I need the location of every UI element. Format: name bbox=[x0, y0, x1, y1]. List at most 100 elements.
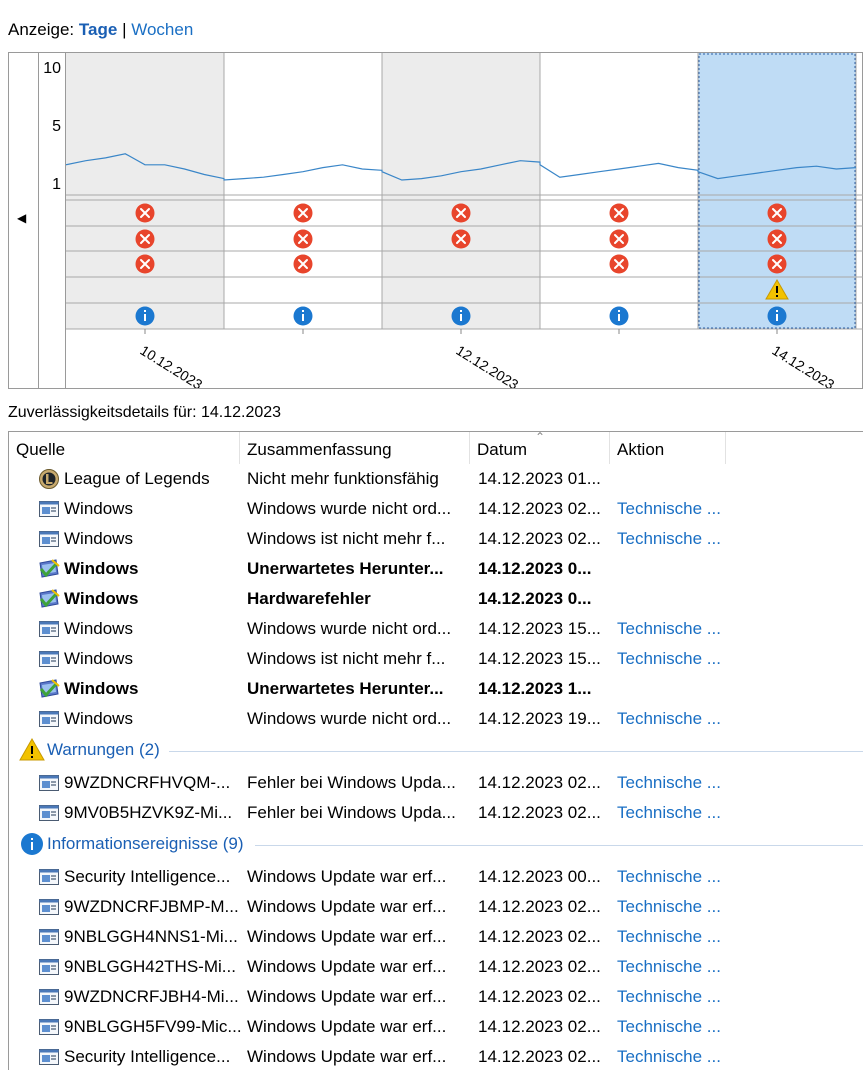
table-row[interactable]: Windows Windows ist nicht mehr f... 14.12.… bbox=[9, 524, 863, 554]
cell-source: Windows bbox=[64, 649, 133, 668]
error-icon[interactable] bbox=[767, 254, 787, 274]
y-tick: 10 bbox=[43, 60, 61, 77]
error-icon[interactable] bbox=[609, 229, 629, 249]
day-column-bg[interactable] bbox=[382, 53, 540, 329]
info-icon[interactable] bbox=[293, 306, 313, 326]
column-header-source[interactable]: Quelle bbox=[9, 432, 240, 464]
cell-source: League of Legends bbox=[64, 469, 210, 488]
warnings-group-header[interactable]: Warnungen (2) bbox=[9, 738, 863, 764]
table-row[interactable]: 9NBLGGH4NNS1-Mi... Windows Update war erf… bbox=[9, 922, 863, 952]
table-row[interactable]: Windows Windows wurde nicht ord... 14.12.2… bbox=[9, 704, 863, 734]
cell-source: 9WZDNCRFJBH4-Mi... bbox=[64, 987, 239, 1006]
y-tick: 5 bbox=[52, 118, 61, 135]
info-group-header[interactable]: Informationsereignisse (9) bbox=[9, 832, 863, 858]
error-icon[interactable] bbox=[767, 203, 787, 223]
cell-summary: Windows Update war erf... bbox=[247, 1017, 447, 1036]
cell-summary: Windows ist nicht mehr f... bbox=[247, 529, 446, 548]
x-axis-label: 10.12.2023 bbox=[137, 342, 205, 388]
windows-security-icon bbox=[39, 559, 60, 578]
technical-details-link[interactable]: Technische ... bbox=[617, 1042, 732, 1070]
cell-summary: Hardwarefehler bbox=[247, 589, 371, 608]
error-icon[interactable] bbox=[293, 254, 313, 274]
error-icon[interactable] bbox=[451, 229, 471, 249]
day-column-bg[interactable] bbox=[224, 53, 382, 329]
table-row[interactable]: 9WZDNCRFJBH4-Mi... Windows Update war erf… bbox=[9, 982, 863, 1012]
technical-details-link[interactable]: Technische ... bbox=[617, 922, 732, 952]
error-icon[interactable] bbox=[293, 203, 313, 223]
technical-details-link[interactable]: Technische ... bbox=[617, 768, 732, 798]
technical-details-link[interactable]: Technische ... bbox=[617, 892, 732, 922]
chart-plot[interactable]: 10.12.2023 12.12.2023 14.12.2023 bbox=[66, 53, 863, 388]
table-row[interactable]: Windows Windows ist nicht mehr f... 14.12.… bbox=[9, 644, 863, 674]
table-row[interactable]: 9WZDNCRFHVQM-... Fehler bei Windows Upda.… bbox=[9, 768, 863, 798]
technical-details-link[interactable]: Technische ... bbox=[617, 524, 732, 554]
info-icon[interactable] bbox=[767, 306, 787, 326]
technical-details-link[interactable]: Technische ... bbox=[617, 644, 732, 674]
view-weeks-link[interactable]: Wochen bbox=[131, 20, 193, 39]
technical-details-link[interactable]: Technische ... bbox=[617, 704, 732, 734]
window-app-icon bbox=[39, 775, 59, 791]
cell-date: 14.12.2023 1... bbox=[478, 679, 592, 698]
window-app-icon bbox=[39, 899, 59, 915]
cell-source: Security Intelligence... bbox=[64, 867, 231, 886]
column-header-action[interactable]: Aktion bbox=[610, 432, 726, 464]
column-header-summary[interactable]: Zusammenfassung bbox=[240, 432, 470, 464]
cell-date: 14.12.2023 02... bbox=[478, 957, 601, 976]
cell-summary: Windows Update war erf... bbox=[247, 927, 447, 946]
chart-y-axis: 10 5 1 bbox=[39, 53, 66, 388]
day-column-bg[interactable] bbox=[540, 53, 698, 329]
table-row[interactable]: 9MV0B5HZVK9Z-Mi... Fehler bei Windows Upd… bbox=[9, 798, 863, 828]
window-app-icon bbox=[39, 1049, 59, 1065]
info-icon[interactable] bbox=[451, 306, 471, 326]
table-row[interactable]: Security Intelligence... Windows Update w… bbox=[9, 862, 863, 892]
view-label: Anzeige: bbox=[8, 20, 75, 39]
cell-date: 14.12.2023 02... bbox=[478, 773, 601, 792]
cell-date: 14.12.2023 01... bbox=[478, 469, 601, 488]
sort-ascending-icon: ⌃ bbox=[535, 431, 546, 444]
table-row[interactable]: 9NBLGGH5FV99-Mic... Windows Update war er… bbox=[9, 1012, 863, 1042]
window-app-icon bbox=[39, 959, 59, 975]
error-icon[interactable] bbox=[135, 203, 155, 223]
table-row[interactable]: 9WZDNCRFJBMP-M... Windows Update war erf.… bbox=[9, 892, 863, 922]
table-row[interactable]: Windows Windows wurde nicht ord... 14.12.2… bbox=[9, 494, 863, 524]
info-icon[interactable] bbox=[609, 306, 629, 326]
cell-date: 14.12.2023 15... bbox=[478, 649, 601, 668]
technical-details-link[interactable]: Technische ... bbox=[617, 862, 732, 892]
cell-summary: Fehler bei Windows Upda... bbox=[247, 773, 456, 792]
table-row[interactable]: Windows Hardwarefehler 14.12.2023 0... bbox=[9, 584, 863, 614]
error-icon[interactable] bbox=[609, 254, 629, 274]
info-icon[interactable] bbox=[135, 306, 155, 326]
technical-details-link[interactable]: Technische ... bbox=[617, 798, 732, 828]
cell-source: 9NBLGGH42THS-Mi... bbox=[64, 957, 236, 976]
table-row[interactable]: Windows Windows wurde nicht ord... 14.12.2… bbox=[9, 614, 863, 644]
error-icon[interactable] bbox=[609, 203, 629, 223]
technical-details-link[interactable]: Technische ... bbox=[617, 952, 732, 982]
technical-details-link[interactable]: Technische ... bbox=[617, 494, 732, 524]
error-icon[interactable] bbox=[451, 203, 471, 223]
table-row[interactable]: Security Intelligence... Windows Update w… bbox=[9, 1042, 863, 1070]
error-icon[interactable] bbox=[135, 229, 155, 249]
window-app-icon bbox=[39, 711, 59, 727]
technical-details-link[interactable]: Technische ... bbox=[617, 982, 732, 1012]
table-row[interactable]: League of Legends Nicht mehr funktionsfäh… bbox=[9, 464, 863, 494]
table-row[interactable]: Windows Unerwartetes Herunter... 14.12.202… bbox=[9, 674, 863, 704]
cell-summary: Windows wurde nicht ord... bbox=[247, 709, 452, 728]
group-divider bbox=[169, 751, 863, 752]
view-days-link[interactable]: Tage bbox=[79, 20, 117, 39]
technical-details-link[interactable]: Technische ... bbox=[617, 1012, 732, 1042]
error-icon[interactable] bbox=[293, 229, 313, 249]
error-icon[interactable] bbox=[767, 229, 787, 249]
table-row[interactable]: 9NBLGGH42THS-Mi... Windows Update war erf… bbox=[9, 952, 863, 982]
table-row[interactable]: Windows Unerwartetes Herunter... 14.12.202… bbox=[9, 554, 863, 584]
error-icon[interactable] bbox=[135, 254, 155, 274]
cell-date: 14.12.2023 02... bbox=[478, 529, 601, 548]
window-app-icon bbox=[39, 929, 59, 945]
table-header: Quelle Zusammenfassung Datum ⌃ Aktion bbox=[9, 432, 863, 464]
technical-details-link[interactable]: Technische ... bbox=[617, 614, 732, 644]
group-label[interactable]: Warnungen (2) bbox=[47, 740, 160, 760]
cell-date: 14.12.2023 02... bbox=[478, 897, 601, 916]
group-label[interactable]: Informationsereignisse (9) bbox=[47, 834, 244, 854]
cell-source: Windows bbox=[64, 559, 139, 578]
scroll-left-arrow-icon[interactable]: ◀ bbox=[17, 211, 26, 225]
day-column-bg[interactable] bbox=[66, 53, 224, 329]
